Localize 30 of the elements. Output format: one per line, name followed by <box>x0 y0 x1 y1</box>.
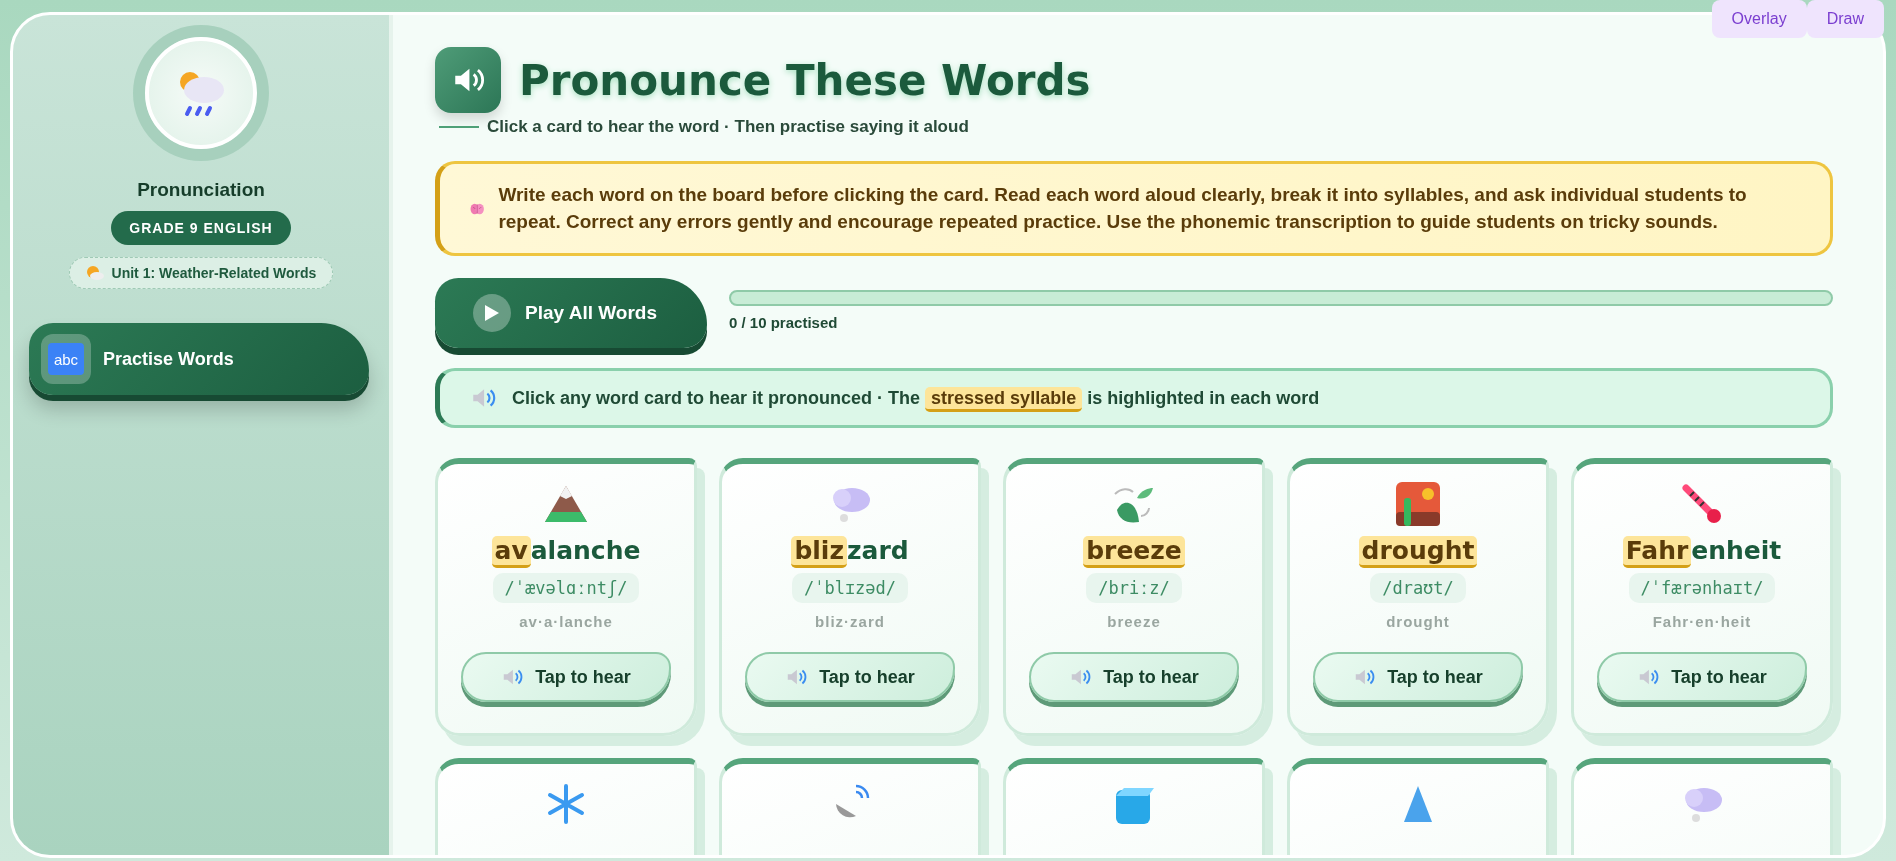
sun-cloud-icon <box>85 265 104 281</box>
syllables: bliz·zard <box>815 613 885 631</box>
phonemic-transcription: /briːz/ <box>1086 573 1182 604</box>
toolbar-button[interactable]: Overlay <box>1711 0 1807 38</box>
word: Fahrenheit <box>1622 536 1782 566</box>
syllables: av·a·lanche <box>519 613 613 631</box>
unit-label: Unit 1: Weather-Related Words <box>111 265 317 281</box>
phonemic-transcription: /ˈævəlɑːntʃ/ <box>492 573 640 604</box>
page-subtitle: Click a card to hear the word · Then practise saying it aloud <box>487 117 969 137</box>
phonemic-transcription: /ˈblɪzəd/ <box>791 573 909 604</box>
word: drought <box>1358 536 1478 566</box>
word: breeze <box>1083 536 1185 566</box>
syllables: breeze <box>1107 613 1161 631</box>
note-text: Write each word on the board before clicking the card. Read each word aloud clearly, break it into syllables, and ask individual students to repeat. Correct any errors gently and encourage repeated practice. Use the phonemic transcription to guide students on tricky sounds. <box>498 183 1748 234</box>
info-text: Click any word card to hear it pronounced · The stressed syllable is highlighted in each word <box>512 387 1320 409</box>
abc-icon: abc <box>48 343 84 375</box>
progress-text: 0 / 10 practised <box>729 314 839 332</box>
page-title: Pronounce These Words <box>519 55 1091 105</box>
nav-label: Practise Words <box>103 348 234 370</box>
toolbar-button[interactable]: Draw <box>1806 0 1884 38</box>
syllables: drought <box>1386 613 1450 631</box>
desert-icon <box>1396 482 1440 527</box>
sidebar-title: Pronunciation <box>137 179 265 201</box>
grade-badge: GRADE 9 ENGLISH <box>111 211 291 245</box>
play-icon <box>473 294 511 333</box>
phonemic-transcription: /ˈfærənhaɪt/ <box>1628 573 1776 604</box>
phonemic-transcription: /draʊt/ <box>1370 573 1466 604</box>
word: blizzard <box>791 536 909 566</box>
syllables: Fahr·en·heit <box>1652 613 1752 631</box>
word: avalanche <box>491 536 641 566</box>
